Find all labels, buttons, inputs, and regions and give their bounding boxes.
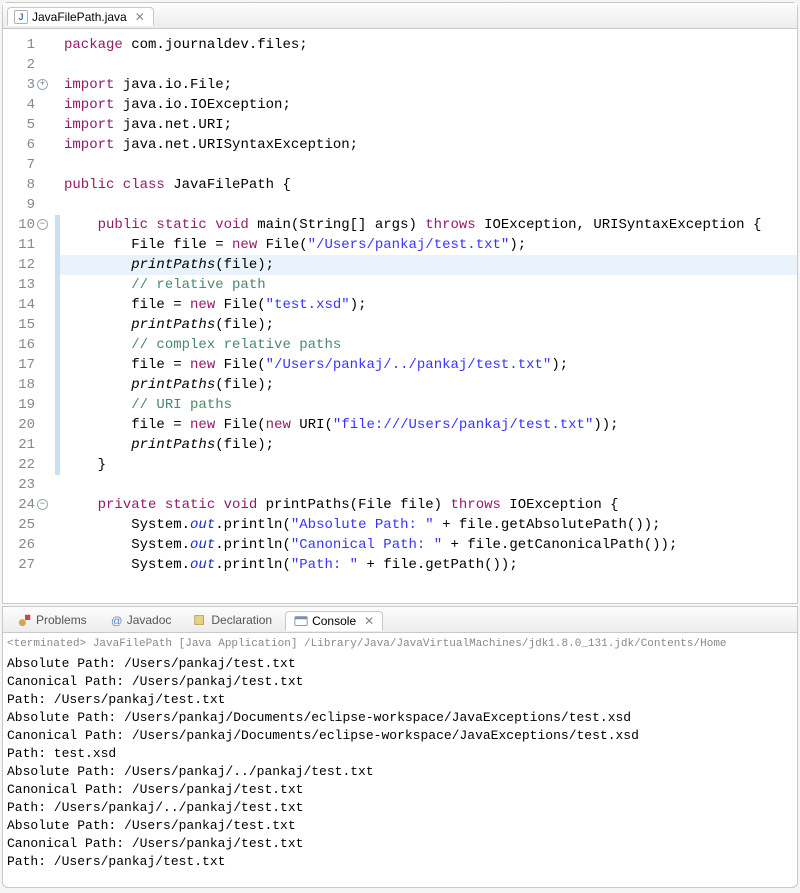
console-header: <terminated> JavaFilePath [Java Applicat… (7, 635, 793, 653)
line-number: 15 (3, 315, 49, 335)
close-icon[interactable]: ✕ (364, 614, 374, 628)
line-number: 23 (3, 475, 49, 495)
code-line[interactable]: printPaths(file); (60, 315, 797, 335)
line-number: 22 (3, 455, 49, 475)
console-line: Path: test.xsd (7, 745, 793, 763)
console-line: Absolute Path: /Users/pankaj/test.txt (7, 655, 793, 673)
editor-tab-bar: J JavaFilePath.java ✕ (3, 3, 797, 29)
view-tab-label: Console (312, 614, 356, 628)
line-number: 7 (3, 155, 49, 175)
line-number: 19 (3, 395, 49, 415)
editor-tab-filename: JavaFilePath.java (32, 10, 127, 24)
code-line[interactable]: System.out.println("Canonical Path: " + … (60, 535, 797, 555)
view-tab-javadoc[interactable]: @ Javadoc (100, 610, 181, 630)
console-line: Absolute Path: /Users/pankaj/test.txt (7, 817, 793, 835)
line-number: 25 (3, 515, 49, 535)
console-line: Path: /Users/pankaj/../pankaj/test.txt (7, 799, 793, 817)
code-line[interactable] (60, 195, 797, 215)
fold-toggle-icon[interactable]: + (37, 79, 48, 90)
code-line[interactable]: System.out.println("Absolute Path: " + f… (60, 515, 797, 535)
fold-toggle-icon[interactable]: − (37, 499, 48, 510)
code-line[interactable]: import java.net.URISyntaxException; (60, 135, 797, 155)
console-line: Canonical Path: /Users/pankaj/Documents/… (7, 727, 793, 745)
editor-pane: J JavaFilePath.java ✕ 123+45678910−11121… (2, 2, 798, 604)
line-number: 10− (3, 215, 49, 235)
code-line[interactable]: // relative path (60, 275, 797, 295)
code-line[interactable]: // URI paths (60, 395, 797, 415)
console-output[interactable]: <terminated> JavaFilePath [Java Applicat… (3, 633, 797, 887)
line-number: 13 (3, 275, 49, 295)
code-line[interactable]: printPaths(file); (60, 255, 797, 275)
svg-text:@: @ (110, 615, 122, 627)
code-line[interactable]: printPaths(file); (60, 435, 797, 455)
code-line[interactable]: File file = new File("/Users/pankaj/test… (60, 235, 797, 255)
line-number: 21 (3, 435, 49, 455)
bottom-pane: Problems @ Javadoc Declaration Console ✕ <ter… (2, 606, 798, 888)
code-line[interactable]: private static void printPaths(File file… (60, 495, 797, 515)
code-line[interactable] (60, 475, 797, 495)
java-file-icon: J (14, 10, 28, 24)
view-tab-label: Problems (36, 613, 87, 627)
code-line[interactable]: public static void main(String[] args) t… (60, 215, 797, 235)
console-line: Path: /Users/pankaj/test.txt (7, 691, 793, 709)
line-number: 18 (3, 375, 49, 395)
view-tab-declaration[interactable]: Declaration (184, 610, 281, 630)
line-number: 26 (3, 535, 49, 555)
console-line: Path: /Users/pankaj/test.txt (7, 853, 793, 871)
line-number: 27 (3, 555, 49, 575)
line-number: 5 (3, 115, 49, 135)
code-line[interactable]: import java.io.IOException; (60, 95, 797, 115)
view-tab-label: Javadoc (127, 613, 172, 627)
view-tab-console[interactable]: Console ✕ (285, 611, 383, 631)
declaration-icon (193, 613, 207, 627)
line-number-gutter: 123+45678910−111213141516171819202122232… (3, 35, 55, 603)
view-tab-problems[interactable]: Problems (9, 610, 96, 630)
code-line[interactable]: printPaths(file); (60, 375, 797, 395)
fold-toggle-icon[interactable]: − (37, 219, 48, 230)
console-line: Canonical Path: /Users/pankaj/test.txt (7, 673, 793, 691)
code-line[interactable]: package com.journaldev.files; (60, 35, 797, 55)
line-number: 6 (3, 135, 49, 155)
line-number: 17 (3, 355, 49, 375)
line-number: 24− (3, 495, 49, 515)
code-area[interactable]: 123+45678910−111213141516171819202122232… (3, 29, 797, 603)
view-tab-label: Declaration (211, 613, 272, 627)
line-number: 8 (3, 175, 49, 195)
line-number: 12 (3, 255, 49, 275)
code-line[interactable]: file = new File("test.xsd"); (60, 295, 797, 315)
code-line[interactable]: public class JavaFilePath { (60, 175, 797, 195)
close-icon[interactable]: ✕ (135, 10, 145, 24)
line-number: 2 (3, 55, 49, 75)
line-number: 16 (3, 335, 49, 355)
console-line: Canonical Path: /Users/pankaj/test.txt (7, 781, 793, 799)
code-line[interactable] (60, 55, 797, 75)
line-number: 1 (3, 35, 49, 55)
problems-icon (18, 613, 32, 627)
code-line[interactable]: file = new File("/Users/pankaj/../pankaj… (60, 355, 797, 375)
editor-tab[interactable]: J JavaFilePath.java ✕ (7, 7, 154, 26)
code-line[interactable]: import java.net.URI; (60, 115, 797, 135)
code-line[interactable]: System.out.println("Path: " + file.getPa… (60, 555, 797, 575)
console-line: Absolute Path: /Users/pankaj/../pankaj/t… (7, 763, 793, 781)
line-number: 11 (3, 235, 49, 255)
code-line[interactable]: // complex relative paths (60, 335, 797, 355)
line-number: 20 (3, 415, 49, 435)
views-tab-bar: Problems @ Javadoc Declaration Console ✕ (3, 607, 797, 633)
javadoc-icon: @ (109, 613, 123, 627)
code-line[interactable] (60, 155, 797, 175)
line-number: 3+ (3, 75, 49, 95)
code-line[interactable]: file = new File(new URI("file:///Users/p… (60, 415, 797, 435)
code-lines[interactable]: package com.journaldev.files; import java… (60, 35, 797, 603)
line-number: 9 (3, 195, 49, 215)
code-line[interactable]: } (60, 455, 797, 475)
code-line[interactable]: import java.io.File; (60, 75, 797, 95)
console-icon (294, 614, 308, 628)
line-number: 14 (3, 295, 49, 315)
line-number: 4 (3, 95, 49, 115)
console-line: Canonical Path: /Users/pankaj/test.txt (7, 835, 793, 853)
console-line: Absolute Path: /Users/pankaj/Documents/e… (7, 709, 793, 727)
